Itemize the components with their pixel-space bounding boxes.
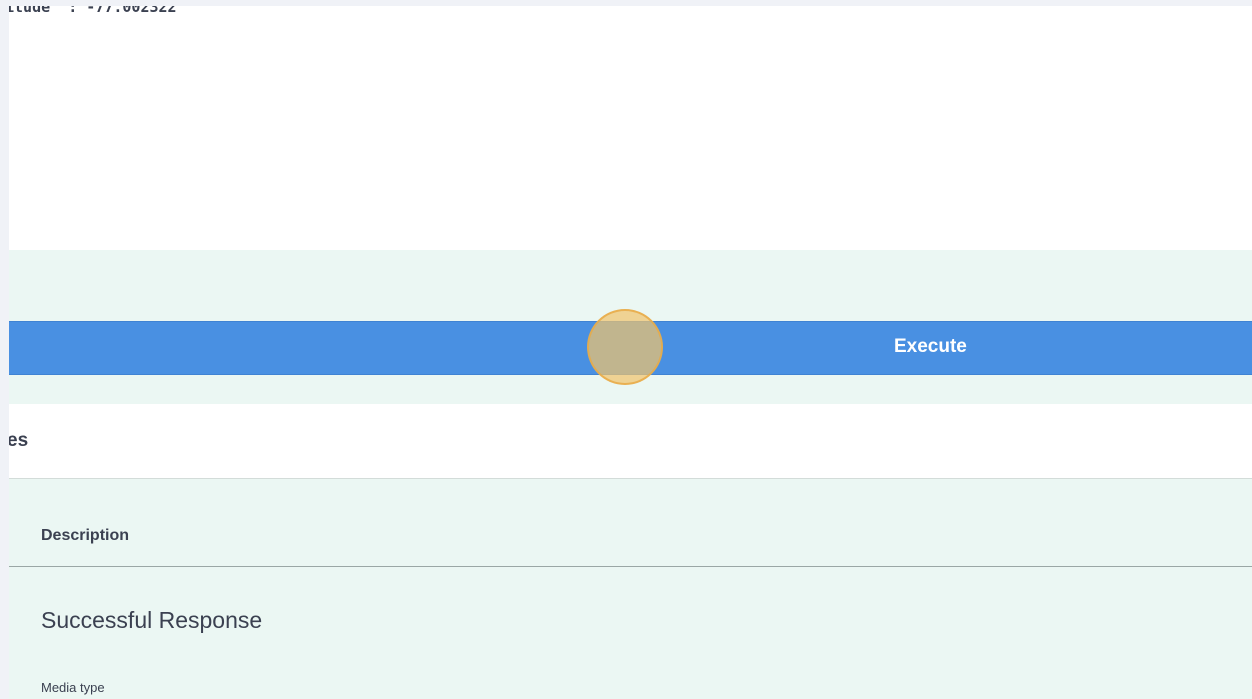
execute-wrapper: Execute xyxy=(9,250,1252,404)
description-column-header: Description xyxy=(41,527,130,544)
responses-column-header: Description xyxy=(9,479,1252,567)
media-type-label: Media type xyxy=(41,680,105,695)
execute-button[interactable]: Execute xyxy=(9,321,1252,375)
responses-title: es xyxy=(9,430,29,451)
responses-table: Description Successful Response Media ty… xyxy=(9,479,1252,699)
response-description: Successful Response xyxy=(41,607,263,633)
responses-header: es xyxy=(9,404,1252,479)
swagger-operation-panel: itude" : -77.002322 Execute es Descripti… xyxy=(9,6,1252,699)
request-body-code: itude" : -77.002322 xyxy=(9,6,177,16)
execute-button-label: Execute xyxy=(894,336,967,357)
